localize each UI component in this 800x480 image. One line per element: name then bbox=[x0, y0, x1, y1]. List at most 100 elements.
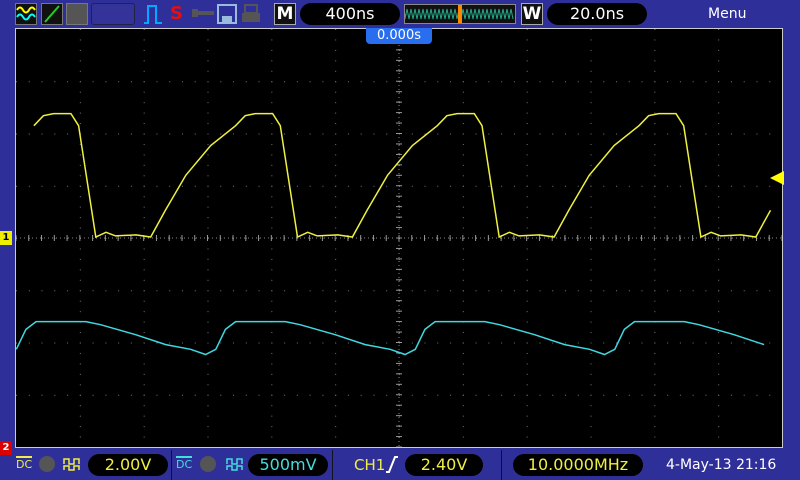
ch1-scale[interactable]: 2.00V bbox=[88, 454, 168, 476]
trigger-source[interactable]: CH1 bbox=[354, 456, 385, 474]
grid-dot bbox=[207, 269, 209, 271]
trigger-level-marker[interactable] bbox=[770, 171, 784, 185]
grid-dot bbox=[488, 342, 490, 344]
persistence-icon[interactable] bbox=[66, 3, 88, 25]
grid-dot bbox=[79, 175, 81, 177]
grid-dot bbox=[143, 300, 145, 302]
grid-dot bbox=[564, 290, 566, 292]
grid-dot bbox=[335, 227, 337, 229]
grid-dot bbox=[654, 29, 656, 30]
grid-dot bbox=[705, 133, 707, 135]
grid-dot bbox=[309, 342, 311, 344]
grid-dot bbox=[654, 196, 656, 198]
grid-dot bbox=[143, 258, 145, 260]
grid-dot bbox=[564, 81, 566, 83]
grid-dot bbox=[296, 342, 298, 344]
pulse-icon bbox=[144, 5, 162, 24]
grid-dot bbox=[462, 91, 464, 93]
grid-dot bbox=[79, 154, 81, 156]
grid-dot bbox=[309, 81, 311, 83]
ch1-coupling[interactable]: DC bbox=[16, 456, 33, 470]
grid-dot bbox=[462, 154, 464, 156]
trigger-position-marker[interactable]: 0.000s bbox=[366, 28, 432, 44]
grid-dot bbox=[718, 123, 720, 125]
grid-dot bbox=[424, 185, 426, 187]
grid-dot bbox=[28, 342, 30, 344]
grid-dot bbox=[654, 258, 656, 260]
grid-dot bbox=[488, 185, 490, 187]
grid-dot bbox=[233, 290, 235, 292]
grid-dot bbox=[475, 342, 477, 344]
grid-dot bbox=[271, 426, 273, 428]
save-icon[interactable] bbox=[217, 4, 237, 24]
grid-dot bbox=[654, 436, 656, 438]
grid-dot bbox=[488, 290, 490, 292]
print-icon[interactable] bbox=[241, 4, 261, 24]
grid-dot bbox=[679, 81, 681, 83]
grid-dot bbox=[616, 133, 618, 135]
grid-dot bbox=[143, 352, 145, 354]
grid-dot bbox=[335, 217, 337, 219]
grid-dot bbox=[360, 290, 362, 292]
grid-dot bbox=[16, 290, 17, 292]
ch2-scale[interactable]: 500mV bbox=[248, 454, 328, 476]
grid-dot bbox=[335, 436, 337, 438]
grid-dot bbox=[590, 143, 592, 145]
timebase-display[interactable]: 400ns bbox=[300, 3, 400, 25]
menu-button[interactable]: Menu bbox=[708, 6, 746, 22]
grid-dot bbox=[92, 81, 94, 83]
grid-dot bbox=[411, 133, 413, 135]
grid-dot bbox=[143, 39, 145, 41]
grid-dot bbox=[590, 279, 592, 281]
grid-dot bbox=[143, 269, 145, 271]
memory-overview[interactable] bbox=[404, 4, 516, 24]
grid-dot bbox=[590, 426, 592, 428]
grid-dot bbox=[462, 426, 464, 428]
grid-dot bbox=[79, 332, 81, 334]
ch2-coupling[interactable]: DC bbox=[176, 456, 193, 470]
grid-dot bbox=[411, 342, 413, 344]
grid-dot bbox=[54, 342, 56, 344]
grid-dot bbox=[79, 415, 81, 417]
grid-dot bbox=[718, 258, 720, 260]
ch1-marker[interactable]: 1 bbox=[0, 231, 12, 245]
grid-dot bbox=[526, 352, 528, 354]
waveform-display[interactable] bbox=[15, 28, 783, 448]
grid-dot bbox=[271, 123, 273, 125]
grid-dot bbox=[641, 185, 643, 187]
grid-dot bbox=[386, 133, 388, 135]
grid-dot bbox=[207, 143, 209, 145]
grid-dot bbox=[386, 185, 388, 187]
grid-dot bbox=[54, 133, 56, 135]
grid-dot bbox=[526, 185, 528, 187]
grid-dot bbox=[271, 311, 273, 313]
grid-dot bbox=[654, 49, 656, 51]
grid-dot bbox=[207, 426, 209, 428]
grid-dot bbox=[207, 258, 209, 260]
status-box bbox=[91, 3, 135, 25]
grid-dot bbox=[743, 342, 745, 344]
grid-dot bbox=[654, 175, 656, 177]
grid-dot bbox=[130, 133, 132, 135]
grid-dot bbox=[220, 81, 222, 83]
grid-dot bbox=[513, 133, 515, 135]
line-icon[interactable] bbox=[41, 3, 63, 25]
grid-dot bbox=[705, 342, 707, 344]
grid-dot bbox=[373, 342, 375, 344]
grid-dot bbox=[271, 175, 273, 177]
grid-dot bbox=[335, 102, 337, 104]
grid-dot bbox=[207, 70, 209, 72]
grid-dot bbox=[590, 133, 592, 135]
grid-dot bbox=[718, 164, 720, 166]
grid-dot bbox=[386, 81, 388, 83]
grid-dot bbox=[718, 352, 720, 354]
grid-dot bbox=[220, 342, 222, 344]
delay-display[interactable]: 20.0ns bbox=[547, 3, 647, 25]
grid-dot bbox=[233, 81, 235, 83]
grid-dot bbox=[118, 133, 120, 135]
grid-dot bbox=[475, 394, 477, 396]
grid-dot bbox=[207, 39, 209, 41]
memory-depth-label: M bbox=[274, 3, 296, 25]
waveform-icon[interactable] bbox=[15, 3, 37, 25]
trigger-level[interactable]: 2.40V bbox=[405, 454, 483, 476]
